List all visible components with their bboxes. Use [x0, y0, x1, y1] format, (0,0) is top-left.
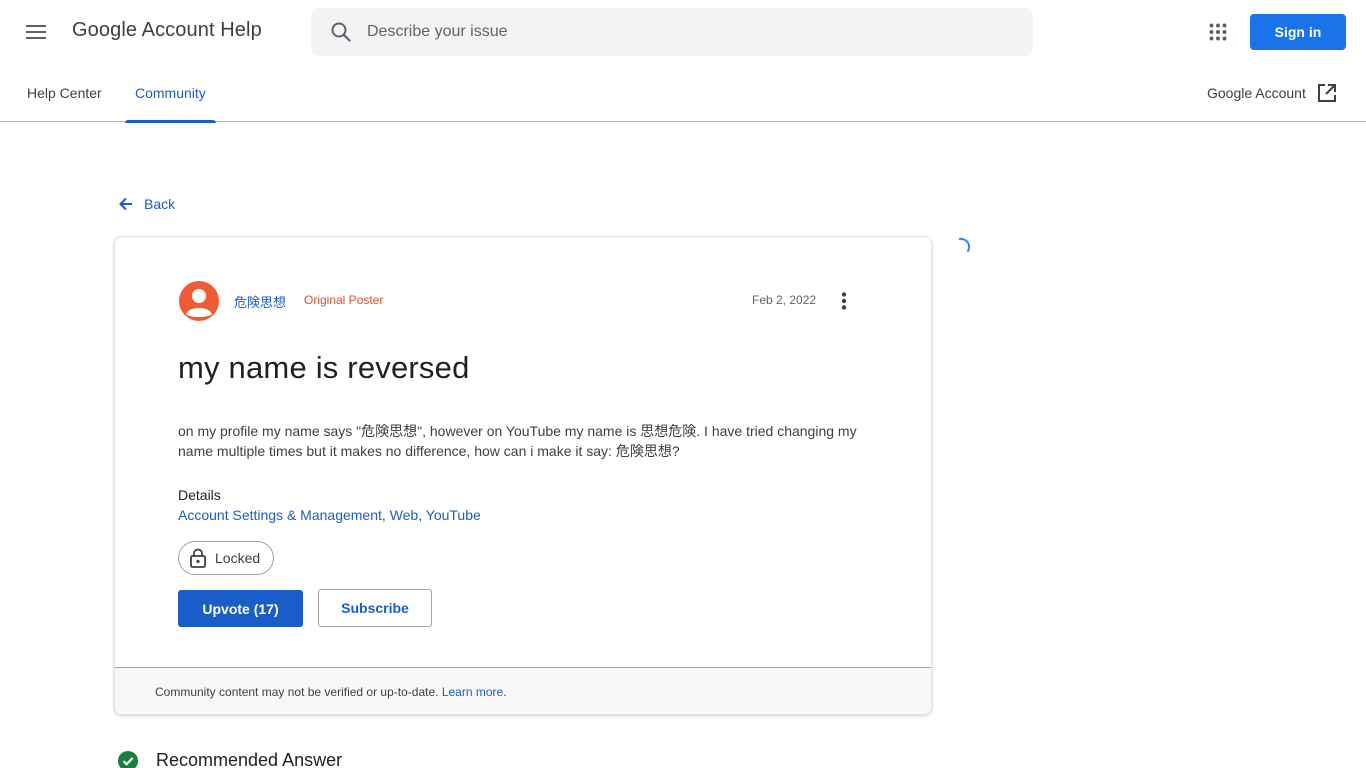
- active-tab-indicator: [125, 120, 216, 123]
- search-box[interactable]: [311, 8, 1033, 56]
- open-in-new-icon: [1317, 84, 1336, 102]
- arrow-back-icon: [119, 197, 132, 211]
- recommended-answer-heading: Recommended Answer: [118, 750, 342, 768]
- google-account-label: Google Account: [1207, 85, 1306, 101]
- apps-grid-icon[interactable]: [1204, 18, 1232, 46]
- locked-chip: Locked: [178, 541, 275, 575]
- notice-period: .: [503, 685, 507, 699]
- locked-label: Locked: [215, 550, 261, 566]
- tab-bar: Help Center Community Google Account: [0, 64, 1366, 123]
- question-card: 危険思想 Original Poster Feb 2, 2022 my name…: [114, 236, 932, 715]
- post-title: my name is reversed: [178, 350, 470, 385]
- community-notice-text: Community content may not be verified or…: [155, 685, 442, 699]
- tag-youtube[interactable]: YouTube: [426, 507, 481, 523]
- person-icon: [186, 289, 212, 317]
- search-icon[interactable]: [329, 20, 353, 44]
- tag-separator: ,: [418, 507, 426, 523]
- learn-more-link[interactable]: Learn more: [442, 685, 503, 699]
- tag-web[interactable]: Web: [390, 507, 419, 523]
- hamburger-menu-icon[interactable]: [20, 16, 52, 48]
- post-body: on my profile my name says "危険思想", howev…: [178, 423, 857, 459]
- upvote-button[interactable]: Upvote (17): [178, 590, 303, 627]
- back-link[interactable]: Back: [118, 196, 175, 212]
- lock-icon: [190, 548, 206, 568]
- avatar[interactable]: [179, 281, 219, 321]
- tag-account-settings[interactable]: Account Settings & Management: [178, 507, 382, 523]
- tab-help-center[interactable]: Help Center: [27, 64, 102, 122]
- details-tags: Account Settings & Management, Web, YouT…: [178, 507, 481, 523]
- back-label: Back: [144, 196, 176, 212]
- more-vert-icon[interactable]: [831, 288, 857, 314]
- post-date: Feb 2, 2022: [752, 293, 817, 307]
- google-account-link[interactable]: Google Account: [1207, 64, 1338, 122]
- author-name[interactable]: 危険思想: [234, 292, 286, 311]
- sign-in-button[interactable]: Sign in: [1250, 14, 1346, 50]
- tab-community[interactable]: Community: [125, 64, 216, 123]
- check-circle-icon: [118, 750, 138, 768]
- recommended-answer-label: Recommended Answer: [156, 750, 343, 768]
- top-app-bar: Google Account Help Sign in: [0, 0, 1366, 64]
- card-footer: Community content may not be verified or…: [115, 667, 931, 714]
- app-title[interactable]: Google Account Help: [72, 19, 262, 42]
- loading-spinner-icon: [958, 237, 971, 253]
- original-poster-badge: Original Poster: [304, 293, 384, 307]
- tab-community-label: Community: [135, 85, 206, 101]
- details-label: Details: [178, 487, 221, 503]
- subscribe-button[interactable]: Subscribe: [318, 589, 432, 627]
- search-input[interactable]: [367, 8, 1007, 56]
- tag-separator: ,: [381, 507, 390, 523]
- community-notice: Community content may not be verified or…: [155, 685, 507, 699]
